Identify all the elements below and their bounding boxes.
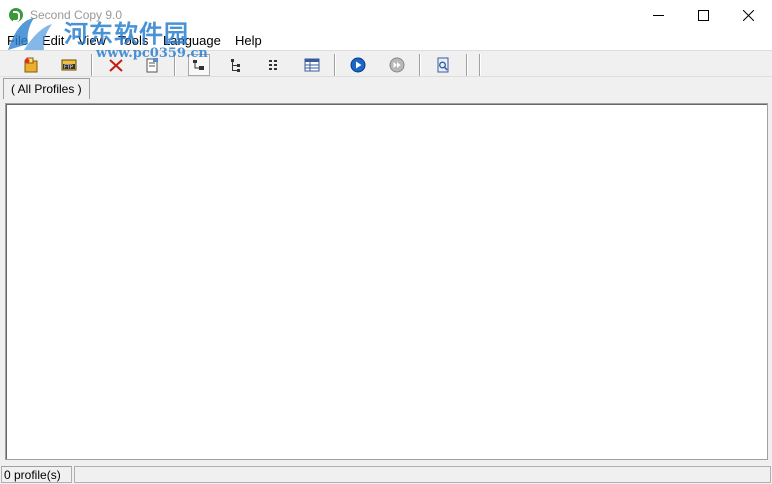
- app-logo-icon: [9, 8, 23, 22]
- menu-tools[interactable]: Tools: [118, 33, 148, 48]
- tab-all-profiles[interactable]: ( All Profiles ): [3, 78, 90, 99]
- svg-text:FTP: FTP: [64, 65, 73, 71]
- view-list-button[interactable]: [264, 54, 286, 76]
- delete-button[interactable]: [105, 54, 127, 76]
- menu-view[interactable]: View: [78, 33, 106, 48]
- menu-file[interactable]: File: [7, 33, 28, 48]
- run-all-icon: [389, 57, 405, 73]
- toolbar: FTP: [0, 50, 772, 77]
- view-branch-button[interactable]: [225, 54, 247, 76]
- run-button[interactable]: [347, 54, 369, 76]
- toolbar-end-separator: [479, 54, 481, 76]
- view-branch-icon: [231, 59, 240, 72]
- log-viewer-button[interactable]: [432, 54, 454, 76]
- close-icon: [742, 10, 754, 21]
- status-bar: 0 profile(s): [0, 465, 772, 484]
- toolbar-separator: [334, 54, 336, 76]
- view-tree-icon: [193, 60, 204, 70]
- view-details-button[interactable]: [301, 54, 323, 76]
- view-details-icon: [304, 58, 320, 72]
- profile-tabs: ( All Profiles ): [0, 77, 772, 99]
- menu-bar: File Edit View Tools Language Help: [0, 31, 772, 50]
- ftp-icon: FTP: [61, 59, 77, 71]
- run-all-button[interactable]: [386, 54, 408, 76]
- minimize-button[interactable]: [635, 0, 681, 31]
- toolbar-separator: [466, 54, 468, 76]
- profiles-list-panel[interactable]: [5, 103, 768, 460]
- toolbar-separator: [91, 54, 93, 76]
- window-title: Second Copy 9.0: [30, 8, 123, 22]
- menu-help[interactable]: Help: [235, 33, 262, 48]
- properties-icon: [146, 58, 158, 73]
- properties-button[interactable]: [141, 54, 163, 76]
- delete-icon: [109, 59, 123, 72]
- toolbar-separator: [419, 54, 421, 76]
- run-icon: [350, 57, 366, 73]
- new-profile-button[interactable]: [20, 54, 42, 76]
- title-bar: Second Copy 9.0: [0, 0, 772, 31]
- status-pane-empty: [74, 466, 771, 483]
- log-viewer-icon: [437, 57, 449, 73]
- minimize-icon: [652, 15, 664, 16]
- new-profile-icon: [24, 57, 38, 73]
- ftp-button[interactable]: FTP: [58, 54, 80, 76]
- status-profile-count: 0 profile(s): [1, 466, 72, 483]
- close-button[interactable]: [725, 0, 771, 31]
- maximize-icon: [697, 10, 709, 21]
- view-list-icon: [269, 60, 277, 70]
- menu-language[interactable]: Language: [163, 33, 221, 48]
- view-tree-button[interactable]: [188, 54, 210, 76]
- maximize-button[interactable]: [680, 0, 726, 31]
- toolbar-separator: [174, 54, 176, 76]
- menu-edit[interactable]: Edit: [42, 33, 64, 48]
